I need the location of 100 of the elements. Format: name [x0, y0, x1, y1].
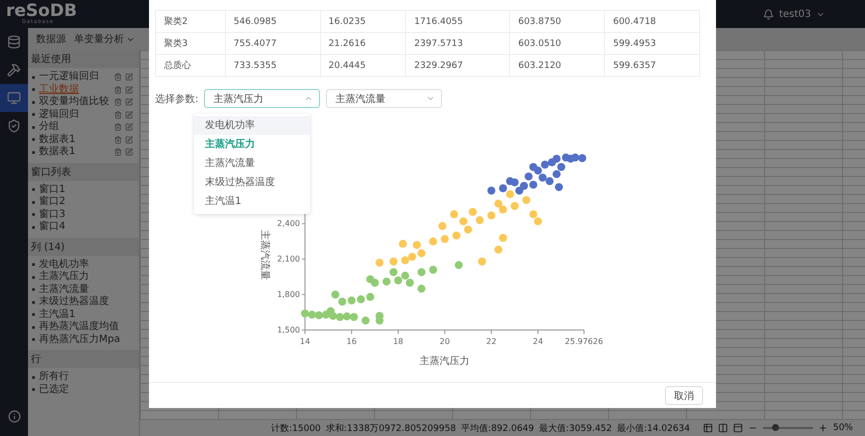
- list-item[interactable]: 再热蒸汽温度均值: [39, 321, 119, 334]
- status-stat: 最小值:14.02634: [617, 422, 690, 434]
- list-item[interactable]: 所有行: [39, 371, 69, 384]
- trash-icon[interactable]: [114, 86, 122, 94]
- bullet-icon: [32, 300, 35, 304]
- list-item[interactable]: 分组: [39, 121, 59, 134]
- dropdown-option[interactable]: 末级过热器温度: [194, 173, 310, 192]
- edit-icon[interactable]: [125, 86, 133, 94]
- trash-icon[interactable]: [114, 123, 122, 132]
- param-label: 选择参数:: [155, 92, 198, 106]
- list-item[interactable]: 已选定: [39, 384, 69, 396]
- x-tick-label: 16: [346, 337, 357, 346]
- list-item[interactable]: 窗口1: [39, 184, 66, 196]
- table-cell: 聚类3: [156, 32, 226, 54]
- edit-icon[interactable]: [125, 136, 133, 144]
- trash-icon[interactable]: [114, 136, 122, 144]
- edit-icon[interactable]: [125, 98, 133, 106]
- bullet-icon: [32, 88, 35, 92]
- edit-icon[interactable]: [125, 148, 133, 156]
- x-axis-title: 主蒸汽压力: [420, 356, 470, 367]
- trash-icon[interactable]: [114, 148, 122, 156]
- list-item[interactable]: 主蒸汽流量: [39, 284, 89, 296]
- database-icon[interactable]: [7, 35, 21, 49]
- chevron-down-icon[interactable]: [426, 94, 436, 103]
- list-item[interactable]: 双变量均值比较: [39, 96, 109, 108]
- table-cell: 733.5355: [225, 54, 320, 76]
- user-name[interactable]: test03: [779, 8, 811, 20]
- list-item[interactable]: 窗口3: [39, 208, 66, 221]
- hammer-icon[interactable]: [7, 63, 21, 77]
- dropdown-option[interactable]: 主蒸汽压力: [194, 135, 310, 154]
- list-item[interactable]: 数据表1: [39, 134, 76, 146]
- list-item[interactable]: 主蒸汽压力: [39, 271, 89, 284]
- x-tick-label: 14: [300, 337, 310, 346]
- x-tick-label: 20: [440, 337, 450, 346]
- bullet-icon: [32, 288, 35, 292]
- info-icon[interactable]: [8, 410, 20, 422]
- x-tick-label: 25.97626: [564, 337, 604, 346]
- status-stat: 求和:1338万0972.805209958: [326, 422, 456, 434]
- table-cell: 1716.4055: [406, 10, 510, 32]
- x-tick-label: 22: [486, 337, 496, 346]
- shield-icon[interactable]: [7, 119, 21, 133]
- table-cell: 20.4445: [320, 54, 406, 76]
- list-item[interactable]: 逻辑回归: [39, 108, 79, 121]
- list-item[interactable]: 末级过热器温度: [39, 296, 109, 308]
- select-field[interactable]: 主蒸汽压力: [204, 89, 320, 108]
- trash-icon[interactable]: [114, 98, 122, 106]
- list-item[interactable]: 一元逻辑回归: [39, 71, 99, 84]
- monitor-icon[interactable]: [7, 91, 21, 105]
- edit-icon[interactable]: [125, 123, 133, 132]
- toolbar-tab[interactable]: 数据源: [36, 32, 66, 46]
- section-header: 列 (14): [28, 238, 139, 256]
- list-item[interactable]: 窗口2: [39, 196, 66, 208]
- slider-thumb[interactable]: [772, 424, 780, 431]
- bullet-icon: [32, 376, 35, 379]
- bullet-icon: [32, 188, 35, 192]
- table-cell: 聚类2: [156, 10, 226, 32]
- table-cell: 21.2616: [320, 32, 406, 54]
- dropdown-option[interactable]: 主汽温1: [194, 192, 310, 211]
- bullet-icon: [32, 113, 35, 116]
- grid-view-icon[interactable]: [702, 423, 713, 433]
- x-tick-label: 24: [532, 337, 544, 346]
- bullet-icon: [32, 100, 35, 104]
- columns-icon[interactable]: [718, 423, 728, 433]
- trash-icon[interactable]: [114, 110, 122, 119]
- bell-icon[interactable]: [763, 8, 774, 20]
- trash-icon[interactable]: [114, 73, 122, 82]
- chevron-up-icon[interactable]: [304, 94, 314, 103]
- zoom-level: 50%: [832, 423, 853, 433]
- bullet-icon: [32, 263, 35, 266]
- table-cell: 599.6357: [604, 54, 700, 76]
- rail-button[interactable]: [0, 84, 28, 112]
- select-field[interactable]: 主蒸汽流量: [326, 89, 442, 108]
- list-item[interactable]: 发电机功率: [39, 258, 89, 271]
- bullet-icon: [32, 338, 35, 342]
- y-tick-label: 2,400: [277, 219, 300, 228]
- section-header: 最近使用: [28, 50, 139, 68]
- list-item[interactable]: 数据表1: [39, 146, 76, 158]
- bullet-icon: [32, 326, 35, 329]
- table-cell: 16.0235: [320, 10, 406, 32]
- list-item[interactable]: 工业数据: [39, 84, 79, 96]
- cancel-button[interactable]: 取消: [665, 386, 703, 405]
- dropdown-option[interactable]: 主蒸汽流量: [194, 154, 310, 173]
- edit-icon[interactable]: [125, 73, 133, 82]
- toolbar-tab[interactable]: 单变量分析: [74, 32, 124, 46]
- table-cell: 2397.5713: [406, 32, 510, 54]
- list-item[interactable]: 主汽温1: [39, 308, 76, 321]
- table-cell: 总质心: [156, 54, 226, 76]
- list-item[interactable]: 再热蒸汽压力Mpa: [39, 334, 120, 346]
- panel-icon[interactable]: [732, 423, 743, 433]
- y-tick-label: 1,800: [277, 290, 300, 300]
- section-header: 窗口列表: [28, 162, 139, 180]
- list-item[interactable]: 窗口4: [39, 221, 66, 234]
- table-cell: 2329.2967: [406, 54, 510, 76]
- edit-icon[interactable]: [125, 110, 133, 119]
- y-tick-label: 1,500: [277, 326, 300, 334]
- zoom-in-icon[interactable]: [818, 423, 828, 433]
- logo: reSoDB: [6, 3, 77, 20]
- dropdown-option[interactable]: 发电机功率: [194, 116, 310, 135]
- status-stat: 平均值:892.0649: [461, 422, 534, 434]
- x-tick-label: 18: [393, 337, 404, 346]
